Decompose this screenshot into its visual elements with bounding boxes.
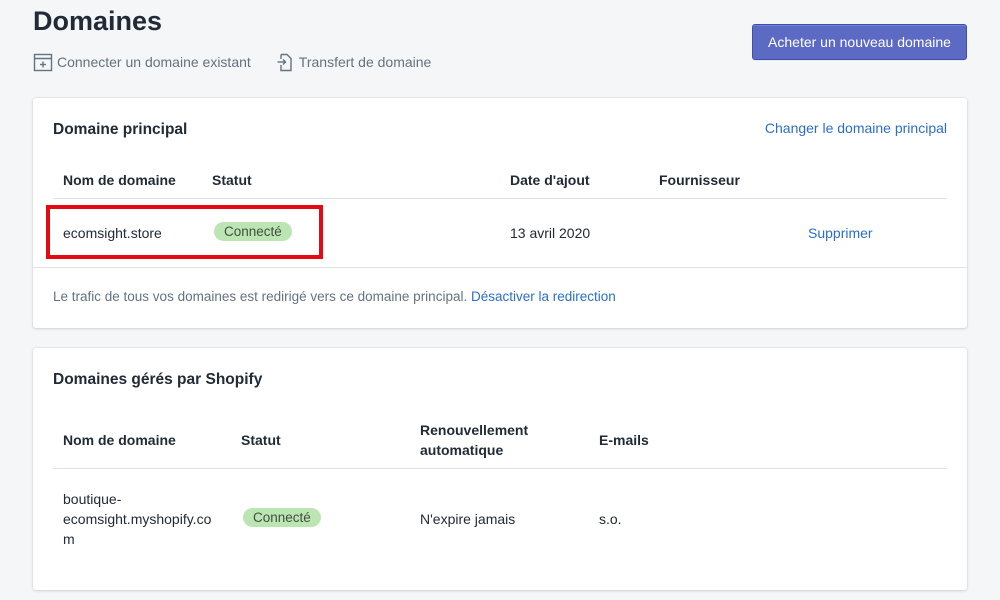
auto-renewal-header-line1: Renouvellement: [420, 422, 529, 438]
page-title: Domaines: [33, 6, 163, 36]
primary-domain-card-title: Domaine principal: [53, 121, 188, 138]
status-badge: Connecté: [243, 508, 321, 527]
column-header-domain-name: Nom de domaine: [63, 432, 176, 448]
domain-name: ecomsight.store: [63, 225, 162, 241]
buy-new-domain-button[interactable]: Acheter un nouveau domaine: [752, 24, 967, 60]
secondary-actions: Connecter un domaine existant Transfert …: [33, 52, 431, 72]
column-header-auto-renewal: Renouvellement automatique: [420, 420, 528, 460]
column-header-status: Statut: [212, 172, 252, 188]
transfer-domain-action[interactable]: Transfert de domaine: [275, 52, 432, 72]
column-header-status: Statut: [241, 432, 281, 448]
domain-name-line3: m: [63, 531, 75, 547]
shopify-domains-card-title: Domaines gérés par Shopify: [53, 371, 263, 388]
emails-value: s.o.: [599, 511, 622, 527]
disable-redirect-link[interactable]: Désactiver la redirection: [471, 289, 616, 304]
transfer-domain-icon: [275, 52, 295, 72]
shopify-domains-card: Domaines gérés par Shopify Nom de domain…: [33, 348, 967, 590]
change-primary-domain-link[interactable]: Changer le domaine principal: [765, 120, 947, 136]
auto-renewal-header-line2: automatique: [420, 442, 504, 458]
domain-name-line1: boutique-: [63, 491, 122, 507]
column-header-emails: E-mails: [599, 432, 649, 448]
connect-existing-domain-action[interactable]: Connecter un domaine existant: [33, 52, 251, 72]
transfer-domain-label: Transfert de domaine: [298, 54, 432, 70]
auto-renewal-value: N'expire jamais: [420, 511, 516, 527]
delete-domain-link[interactable]: Supprimer: [808, 223, 873, 243]
domain-name-line2: ecomsight.myshopify.co: [63, 511, 212, 527]
connect-existing-domain-label: Connecter un domaine existant: [57, 54, 251, 70]
status-badge: Connecté: [214, 222, 292, 241]
primary-domain-card: Domaine principal Changer le domaine pri…: [33, 98, 967, 328]
table-divider: [53, 468, 947, 469]
column-header-date-added: Date d'ajout: [510, 172, 590, 188]
table-divider: [53, 198, 947, 199]
card-section-divider: [33, 267, 967, 268]
connect-domain-icon: [33, 52, 53, 72]
date-added: 13 avril 2020: [510, 225, 591, 241]
redirect-notice: Le trafic de tous vos domaines est redir…: [53, 289, 616, 304]
domain-name: boutique- ecomsight.myshopify.co m: [63, 489, 211, 549]
redirect-notice-text: Le trafic de tous vos domaines est redir…: [53, 289, 468, 304]
column-header-domain-name: Nom de domaine: [63, 172, 176, 188]
column-header-provider: Fournisseur: [659, 172, 740, 188]
